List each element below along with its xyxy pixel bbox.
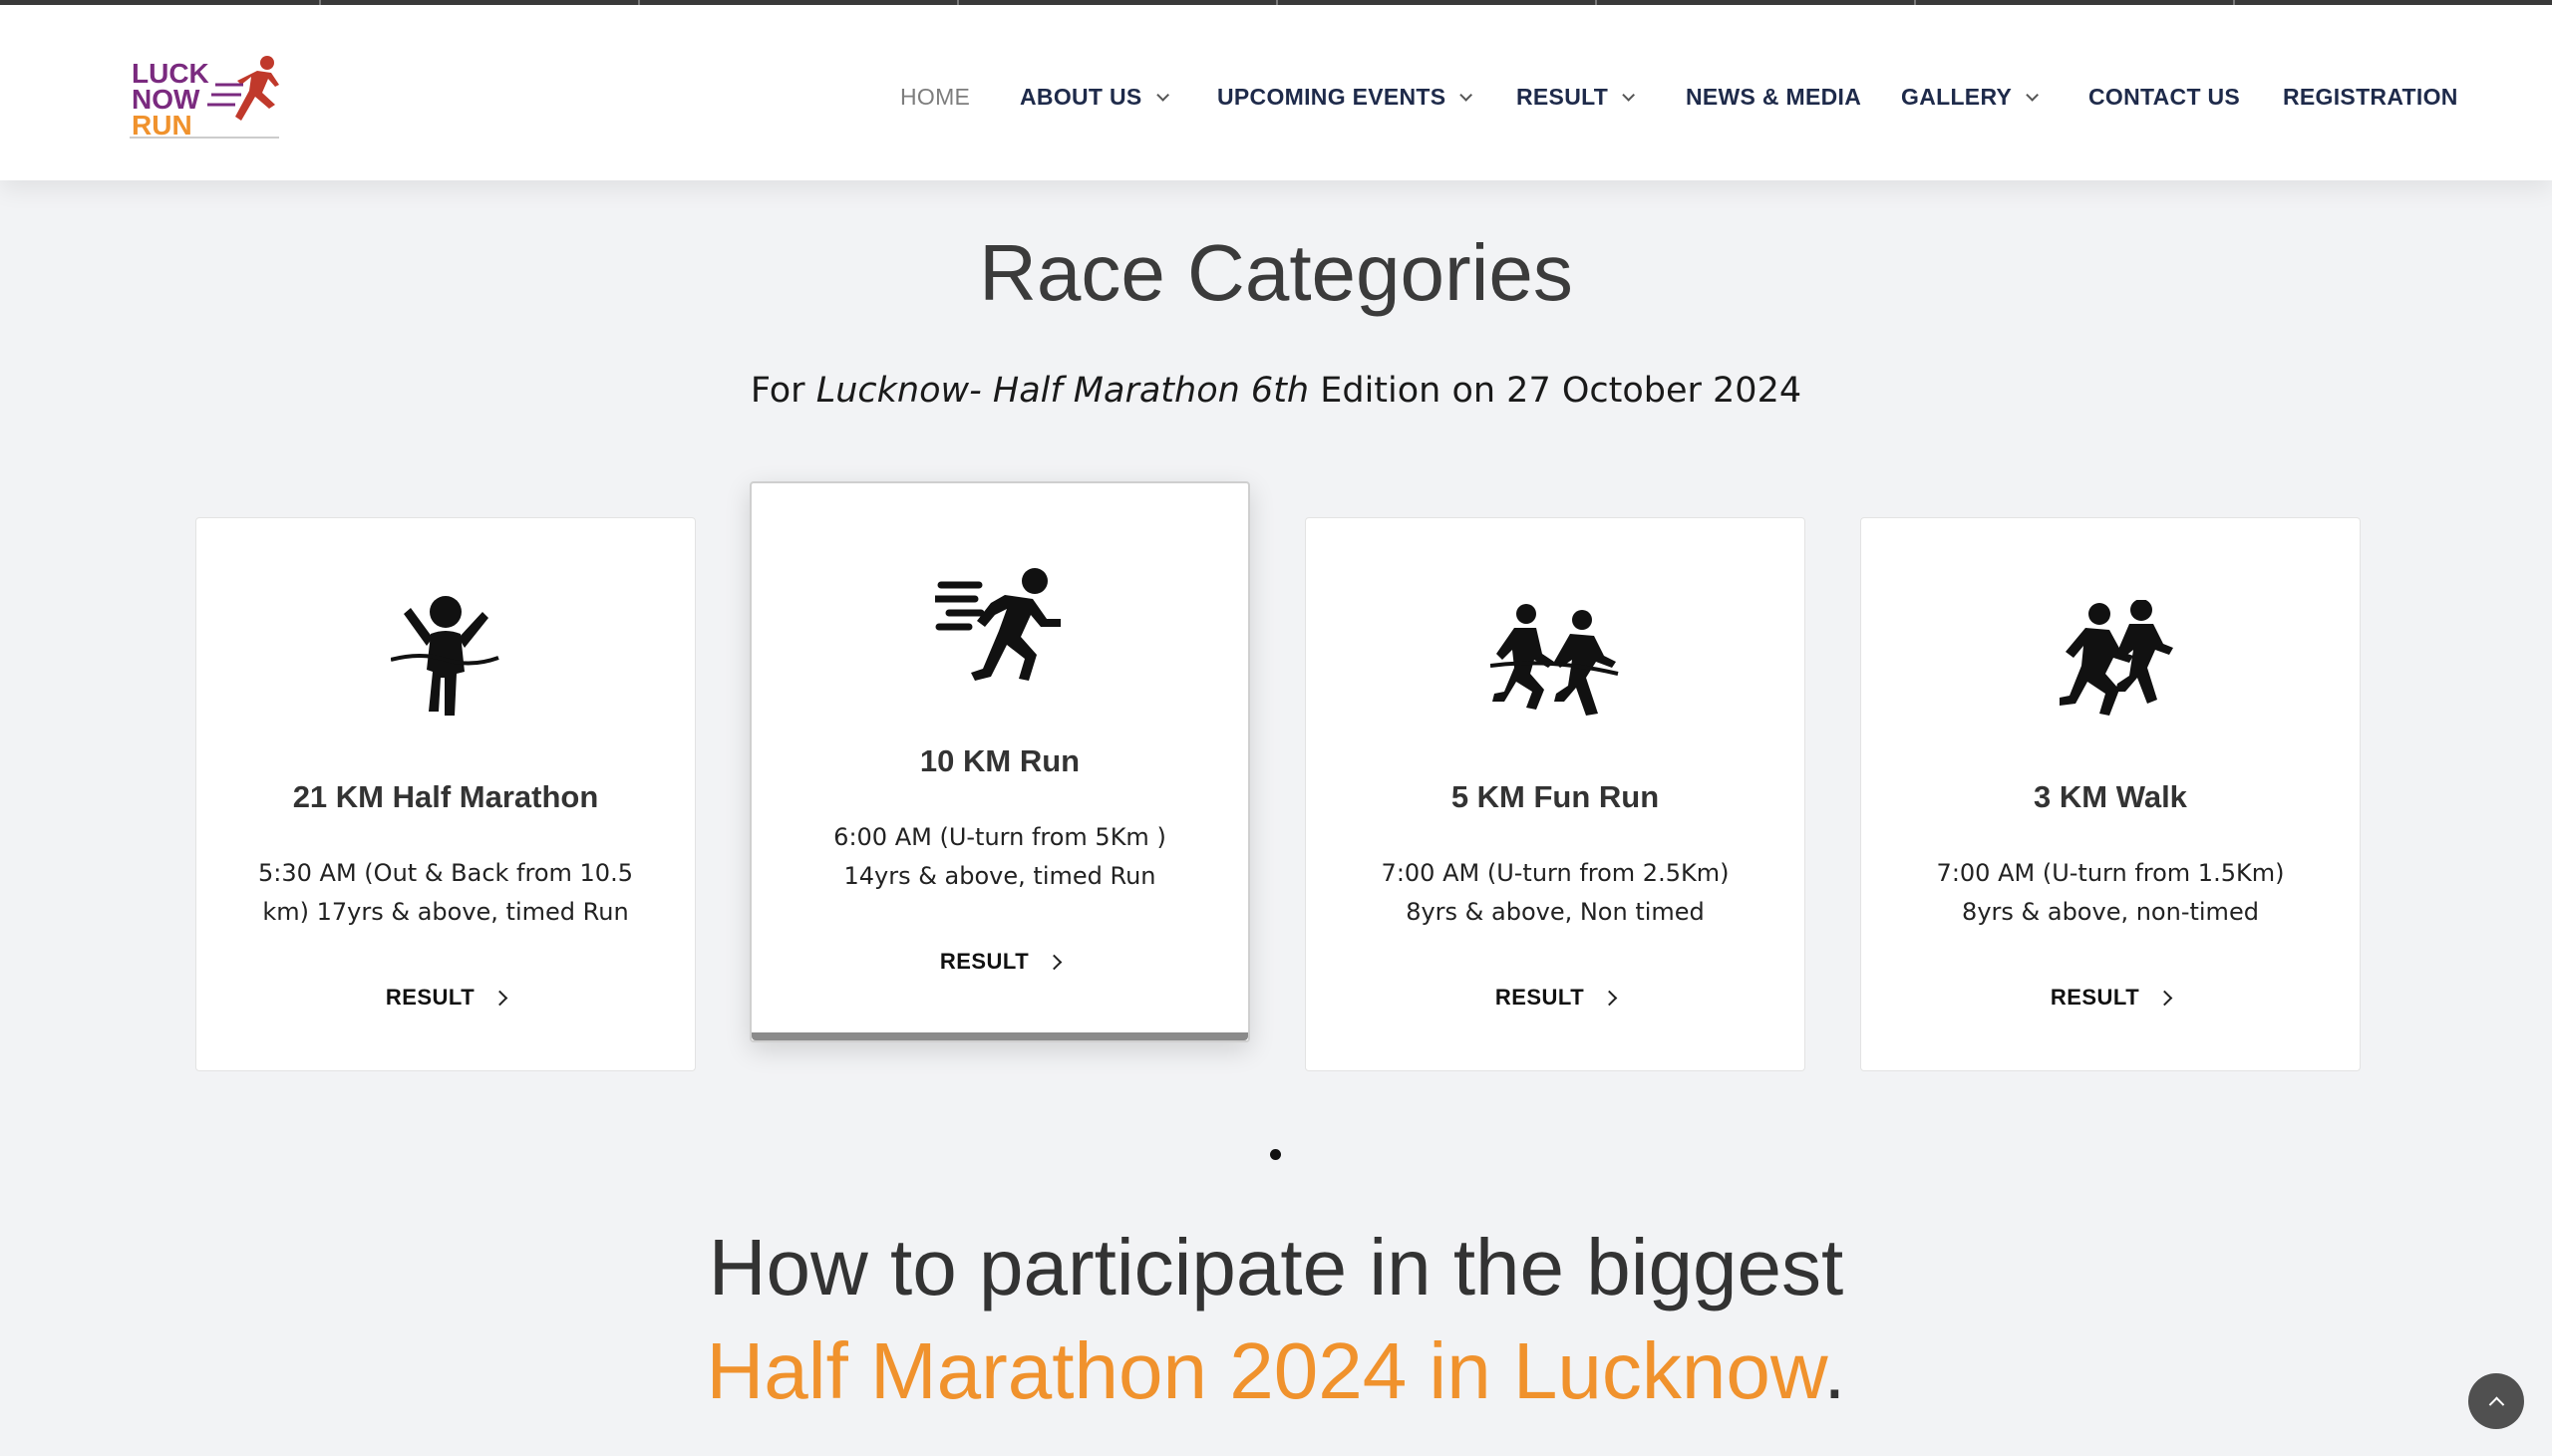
result-link[interactable]: RESULT: [752, 949, 1248, 975]
finish-line-runner-icon: [391, 596, 499, 716]
nav-home-label: HOME: [900, 83, 971, 110]
nav-gallery[interactable]: GALLERY: [1901, 79, 2040, 115]
card-description: 7:00 AM (U-turn from 1.5Km) 8yrs & above…: [1936, 859, 2285, 926]
nav-result[interactable]: RESULT: [1516, 79, 1636, 115]
site-logo[interactable]: LUCK NOW RUN: [130, 55, 284, 139]
card-title: 10 KM Run: [919, 743, 1081, 778]
result-link[interactable]: RESULT: [1306, 985, 1804, 1011]
card-description: 5:30 AM (Out & Back from 10.5 km) 17yrs …: [258, 859, 633, 926]
nav-result-label: RESULT: [1516, 83, 1609, 110]
chevron-right-icon: [491, 990, 508, 1006]
scroll-to-top-button[interactable]: [2468, 1373, 2524, 1429]
nav-contact-us-label: CONTACT US: [2088, 83, 2241, 110]
card-title: 5 KM Fun Run: [1450, 779, 1660, 814]
result-link-label: RESULT: [939, 949, 1030, 974]
nav-news-media-label: NEWS & MEDIA: [1686, 83, 1862, 110]
chevron-right-icon: [2156, 990, 2173, 1006]
subtitle-event-name: Lucknow- Half Marathon 6th: [815, 371, 1310, 411]
chevron-up-icon: [2488, 1396, 2504, 1412]
chevron-down-icon: [1155, 88, 1169, 102]
running-pair-icon: [2060, 600, 2173, 716]
site-header: LUCK NOW RUN HOME ABOUT US UPCOMING EVEN…: [0, 5, 2552, 180]
logo-runner-icon: [235, 56, 279, 121]
race-card-3km: 3 KM Walk 7:00 AM (U-turn from 1.5Km) 8y…: [1860, 517, 2361, 1071]
nav-gallery-label: GALLERY: [1901, 83, 2013, 110]
fast-runner-icon: [935, 568, 1061, 681]
chevron-down-icon: [1459, 88, 1473, 102]
race-card-10km: 10 KM Run 6:00 AM (U-turn from 5Km ) 14y…: [750, 481, 1250, 1042]
nav-about-us-label: ABOUT US: [1020, 83, 1142, 110]
section-subtitle: For Lucknow- Half Marathon 6th Edition o…: [0, 371, 2552, 411]
result-link-label: RESULT: [1494, 985, 1585, 1010]
nav-registration[interactable]: REGISTRATION: [2283, 79, 2458, 115]
participate-accent: Half Marathon 2024 in Lucknow: [706, 1326, 1824, 1415]
participate-heading: How to participate in the biggest Half M…: [0, 1216, 2552, 1423]
carousel-dot[interactable]: [1270, 1149, 1281, 1160]
nav-contact-us[interactable]: CONTACT US: [2088, 79, 2240, 115]
chevron-down-icon: [1622, 88, 1636, 102]
race-runners-icon: [1490, 604, 1619, 716]
logo-line-3: RUN: [132, 110, 192, 139]
chevron-right-icon: [1046, 954, 1063, 970]
nav-home[interactable]: HOME: [900, 79, 970, 115]
participate-period: .: [1823, 1326, 1846, 1415]
nav-upcoming-events[interactable]: UPCOMING EVENTS: [1217, 79, 1473, 115]
nav-upcoming-events-label: UPCOMING EVENTS: [1217, 83, 1446, 110]
result-link-label: RESULT: [385, 985, 476, 1010]
nav-news-media[interactable]: NEWS & MEDIA: [1686, 79, 1861, 115]
card-title: 3 KM Walk: [2034, 779, 2187, 814]
card-title: 21 KM Half Marathon: [292, 779, 599, 814]
section-title: Race Categories: [979, 228, 1573, 317]
card-description: 6:00 AM (U-turn from 5Km ) 14yrs & above…: [833, 823, 1166, 890]
result-link[interactable]: RESULT: [1861, 985, 2360, 1011]
race-card-5km: 5 KM Fun Run 7:00 AM (U-turn from 2.5Km)…: [1305, 517, 1805, 1071]
card-description: 7:00 AM (U-turn from 2.5Km) 8yrs & above…: [1381, 859, 1730, 926]
subtitle-date: Edition on 27 October 2024: [1309, 371, 1802, 411]
subtitle-prefix: For: [750, 371, 816, 411]
result-link-label: RESULT: [2050, 985, 2140, 1010]
chevron-down-icon: [2026, 88, 2040, 102]
nav-about-us[interactable]: ABOUT US: [1020, 79, 1169, 115]
race-card-21km: 21 KM Half Marathon 5:30 AM (Out & Back …: [195, 517, 696, 1071]
chevron-right-icon: [1601, 990, 1618, 1006]
participate-line-1: How to participate in the biggest: [708, 1223, 1844, 1311]
participate-line-2: Half Marathon 2024 in Lucknow.: [0, 1319, 2552, 1423]
result-link[interactable]: RESULT: [196, 985, 695, 1011]
nav-registration-label: REGISTRATION: [2283, 83, 2458, 110]
